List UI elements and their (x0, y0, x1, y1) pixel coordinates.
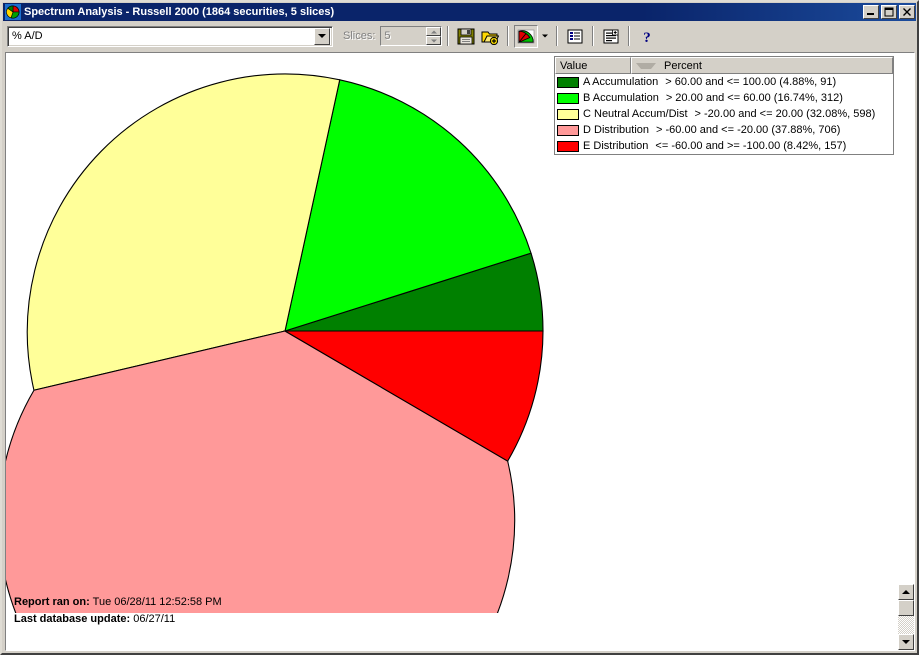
legend-panel: Value Percent A Accumulation > 60.00 and… (554, 56, 894, 155)
vertical-scrollbar[interactable] (898, 53, 914, 650)
legend-swatch (557, 140, 579, 152)
question-mark-icon: ? (644, 30, 652, 45)
report-ran-on-label: Report ran on: (14, 596, 90, 608)
legend-range: > -20.00 and <= 20.00 (32.08%, 598) (694, 108, 876, 120)
legend-swatch (557, 76, 579, 88)
minimize-button[interactable] (863, 5, 879, 19)
legend-range: > 20.00 and <= 60.00 (16.74%, 312) (665, 92, 843, 104)
report-type-value: % A/D (12, 30, 43, 42)
toolbar-separator (592, 26, 595, 46)
application-window: Spectrum Analysis - Russell 2000 (1864 s… (0, 0, 919, 655)
detail-list-icon (603, 29, 619, 43)
chevron-down-icon[interactable] (314, 27, 330, 45)
maximize-button[interactable] (881, 5, 897, 19)
legend-header: Value Percent (555, 57, 893, 74)
toolbar-separator (447, 26, 450, 46)
slices-value: 5 (384, 30, 391, 42)
pie-chart-view-button[interactable] (514, 24, 539, 48)
list-view-button[interactable] (563, 25, 587, 48)
report-client-area: Value Percent A Accumulation > 60.00 and… (5, 52, 915, 651)
legend-label: D Distribution (583, 124, 650, 136)
pie-chart-app-icon (5, 4, 21, 20)
open-button[interactable] (478, 25, 502, 48)
report-ran-on-line: Report ran on: Tue 06/28/11 12:52:58 PM (14, 594, 222, 611)
toolbar-separator (507, 26, 510, 46)
open-folder-icon (481, 31, 500, 45)
detail-view-button[interactable] (599, 25, 623, 48)
legend-column-percent[interactable]: Percent (631, 57, 893, 74)
legend-row[interactable]: E Distribution <= -60.00 and >= -100.00 … (555, 138, 893, 154)
slices-label: Slices: (343, 30, 376, 42)
legend-label: E Distribution (583, 140, 649, 152)
pie-chart-icon (518, 29, 535, 43)
legend-range: > 60.00 and <= 100.00 (4.88%, 91) (665, 76, 837, 88)
sort-descending-icon (636, 62, 656, 69)
toolbar-separator (556, 26, 559, 46)
window-title: Spectrum Analysis - Russell 2000 (1864 s… (24, 6, 335, 18)
legend-row[interactable]: B Accumulation > 20.00 and <= 60.00 (16.… (555, 90, 893, 106)
slices-stepper-buttons (426, 27, 442, 45)
spectrum-pie-chart[interactable] (6, 53, 566, 613)
toolbar-separator (628, 26, 631, 46)
legend-label: C Neutral Accum/Dist (583, 108, 688, 120)
slices-decrement-button[interactable] (426, 36, 442, 45)
save-button[interactable] (454, 25, 478, 48)
scroll-up-button[interactable] (898, 584, 914, 600)
legend-swatch (557, 92, 579, 104)
legend-label: A Accumulation (583, 76, 659, 88)
legend-range: > -60.00 and <= -20.00 (37.88%, 706) (656, 124, 841, 136)
legend-range: <= -60.00 and >= -100.00 (8.42%, 157) (655, 140, 847, 152)
last-database-update-line: Last database update: 06/27/11 (14, 611, 222, 628)
legend-column-value-label: Value (560, 59, 588, 72)
toolbar: % A/D Slices: 5 ? (3, 22, 916, 50)
list-icon (567, 29, 583, 43)
legend-row[interactable]: C Neutral Accum/Dist > -20.00 and <= 20.… (555, 106, 893, 122)
legend-swatch (557, 124, 579, 136)
legend-row[interactable]: D Distribution > -60.00 and <= -20.00 (3… (555, 122, 893, 138)
legend-row[interactable]: A Accumulation > 60.00 and <= 100.00 (4.… (555, 74, 893, 90)
legend-column-value[interactable]: Value (555, 57, 631, 74)
legend-label: B Accumulation (583, 92, 659, 104)
last-database-update-label: Last database update: (14, 613, 131, 625)
floppy-disk-icon (457, 28, 475, 44)
last-database-update-value: 06/27/11 (133, 613, 176, 625)
title-bar[interactable]: Spectrum Analysis - Russell 2000 (1864 s… (3, 3, 916, 21)
legend-swatch (557, 108, 579, 120)
scroll-down-button[interactable] (898, 634, 914, 650)
report-ran-on-value: Tue 06/28/11 12:52:58 PM (92, 596, 222, 608)
report-footer: Report ran on: Tue 06/28/11 12:52:58 PM … (14, 594, 222, 628)
pie-slices (6, 73, 544, 613)
legend-column-percent-label: Percent (664, 59, 702, 72)
svg-text:?: ? (644, 30, 652, 45)
slices-stepper[interactable]: 5 (380, 26, 443, 46)
report-type-combobox[interactable]: % A/D (7, 25, 333, 47)
report-canvas: Value Percent A Accumulation > 60.00 and… (6, 53, 898, 650)
pie-chart-options-dropdown[interactable] (538, 25, 551, 48)
help-button[interactable]: ? (635, 25, 659, 48)
slices-increment-button[interactable] (426, 27, 442, 36)
close-button[interactable] (899, 5, 915, 19)
scrollbar-thumb[interactable] (898, 600, 914, 616)
